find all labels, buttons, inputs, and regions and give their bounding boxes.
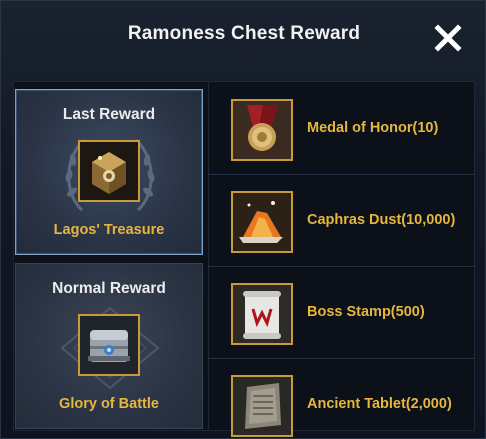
list-item-ancient-tablet[interactable]: Ancient Tablet(2,000) [209, 359, 475, 438]
normal-reward-name: Glory of Battle [59, 396, 159, 412]
last-reward-title: Last Reward [62, 106, 156, 123]
scroll-stamp-icon [231, 283, 293, 345]
normal-reward-card[interactable]: Normal Reward Glory of Battle [15, 263, 203, 429]
stone-tablet-icon [231, 375, 293, 437]
item-label: Caphras Dust(10,000) [307, 212, 456, 228]
title-bar: Ramoness Chest Reward [1, 1, 485, 73]
list-item-medal[interactable]: Medal of Honor(10) [209, 83, 475, 175]
armored-chest-icon [78, 314, 140, 376]
dust-pile-icon [231, 191, 293, 253]
item-label: Boss Stamp(500) [307, 304, 425, 320]
list-item-boss-stamp[interactable]: Boss Stamp(500) [209, 267, 475, 359]
window-title: Ramoness Chest Reward [127, 23, 361, 44]
close-icon[interactable] [433, 23, 463, 53]
last-reward-card[interactable]: Last Reward Lagos' Treasure [15, 89, 203, 255]
normal-reward-title: Normal Reward [52, 280, 166, 297]
item-label: Medal of Honor(10) [307, 120, 439, 136]
treasure-box-icon [78, 140, 140, 202]
medal-icon [231, 99, 293, 161]
reward-window: Ramoness Chest Reward Last Reward Lagos'… [0, 0, 486, 439]
item-label: Ancient Tablet(2,000) [307, 396, 452, 412]
list-item-caphras-dust[interactable]: Caphras Dust(10,000) [209, 175, 475, 267]
last-reward-name: Lagos' Treasure [53, 222, 165, 238]
